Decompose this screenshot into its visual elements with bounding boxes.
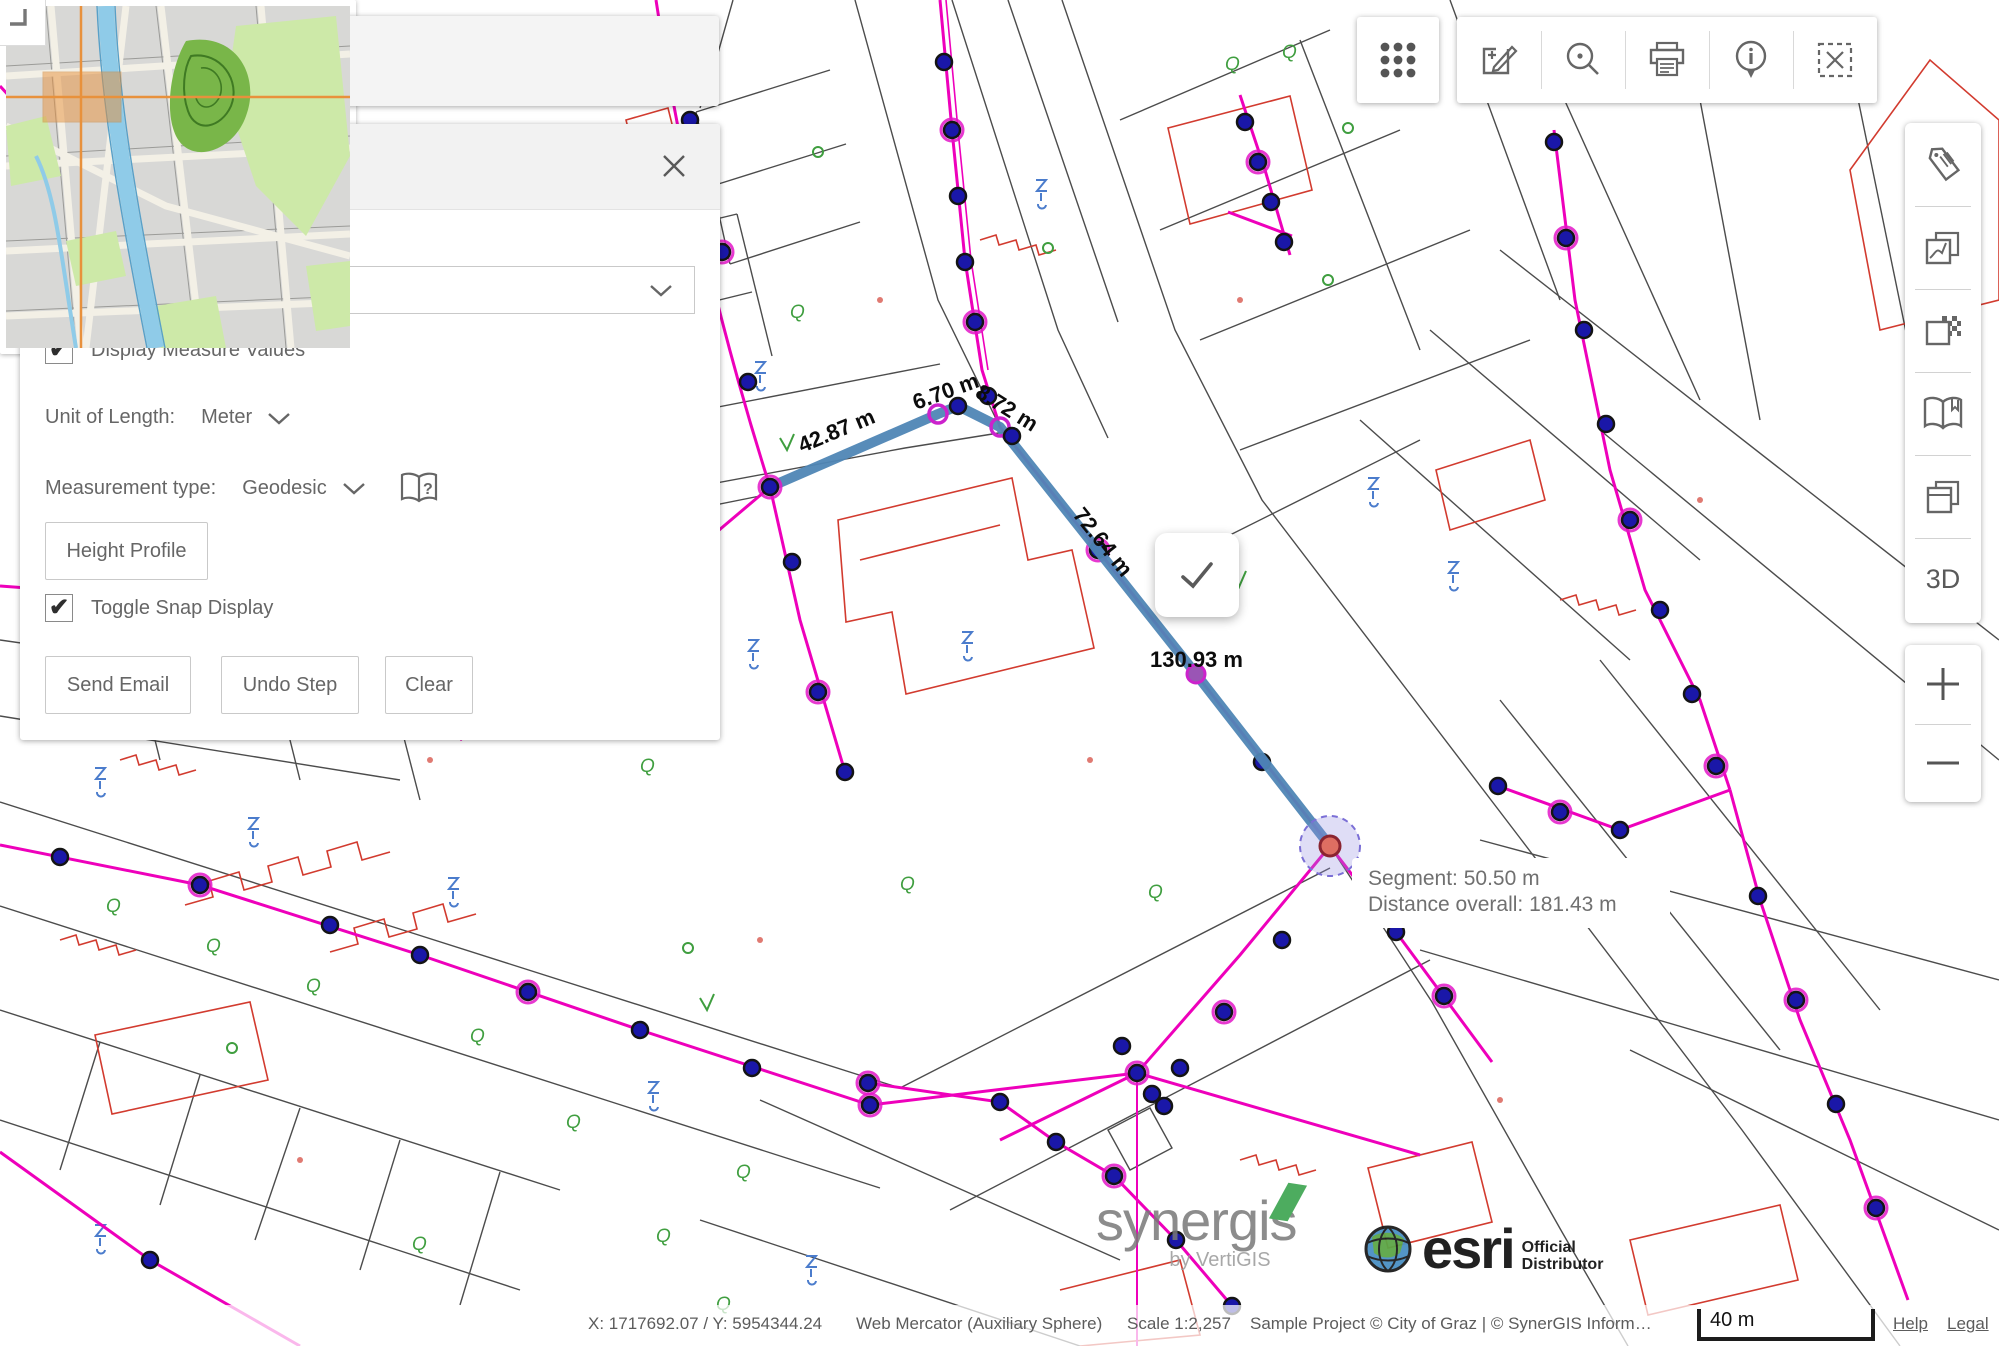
unit-of-length-label: Unit of Length: [45,406,175,429]
transparency-button[interactable] [1905,289,1981,372]
minimap-collapse-button[interactable] [0,0,46,46]
unit-of-length-row: Unit of Length: Meter [45,406,292,429]
collapse-corner-icon [5,5,31,31]
confirm-measurement-button[interactable] [1155,533,1239,617]
minimap-canvas [6,6,350,348]
unit-of-length-select[interactable]: Meter [201,406,252,429]
map-compare-button[interactable] [1905,206,1981,289]
measure-label-5: 130.93 m [1150,647,1243,672]
undo-step-button[interactable]: Undo Step [221,656,359,714]
measurement-tooltip: Segment: 50.50 m Distance overall: 181.4… [1352,858,1670,928]
open-book-icon [1921,394,1965,434]
cursor-coordinates: X: 1717692.07 / Y: 5954344.24 [588,1314,822,1334]
copy-icon [1922,476,1964,518]
esri-distributor-line: Distributor [1522,1256,1604,1273]
measurement-type-row: Measurement type: Geodesic ? [45,472,439,504]
synergis-wordmark: synergis [1096,1188,1297,1253]
legal-link[interactable]: Legal [1947,1314,1989,1334]
zoom-search-button[interactable] [1541,17,1625,103]
esri-distributor-label: Official Distributor [1522,1225,1604,1273]
grid-dots-icon [1377,39,1419,81]
scale-bar: 40 m [1697,1309,1875,1341]
close-icon[interactable] [654,146,694,186]
measure-label-4: 72.64 m [1068,503,1138,582]
esri-wordmark: esri [1422,1216,1514,1281]
toggle-snap-display-label: Toggle Snap Display [91,597,273,620]
toggle-snap-display-checkbox[interactable]: ✔ Toggle Snap Display [45,594,273,622]
app-grid-button[interactable] [1357,17,1439,103]
zoom-controls [1905,645,1981,802]
esri-globe-icon [1362,1223,1414,1275]
attribution-text: Sample Project © City of Graz | © SynerG… [1250,1314,1652,1334]
3d-view-button[interactable]: 3D [1905,538,1981,621]
print-button[interactable] [1625,17,1709,103]
legend-book-button[interactable] [1905,372,1981,455]
scale-label: Scale 1:2,257 [1127,1314,1231,1334]
clear-button[interactable]: Clear [385,656,473,714]
edit-markup-button[interactable] [1457,17,1541,103]
select-extent-button[interactable] [1793,17,1877,103]
height-profile-button[interactable]: Height Profile [45,522,208,580]
chevron-down-icon [648,283,674,297]
overview-minimap[interactable] [0,0,356,354]
esri-logo: esri Official Distributor [1362,1216,1603,1281]
printer-icon [1645,39,1689,81]
main-toolbar [1457,17,1877,103]
labels-tag-button[interactable] [1905,123,1981,206]
zoom-in-button[interactable] [1905,645,1981,724]
plus-icon [1923,664,1963,704]
copy-pages-button[interactable] [1905,455,1981,538]
scale-bar-label: 40 m [1710,1309,1754,1332]
tooltip-segment-value: Segment: 50.50 m [1368,866,1654,892]
zoom-out-button[interactable] [1905,724,1981,803]
measurement-type-select[interactable]: Geodesic [242,477,327,500]
info-button[interactable] [1709,17,1793,103]
esri-official-line: Official [1522,1239,1604,1256]
measurement-type-label: Measurement type: [45,477,216,500]
tag-icon [1922,144,1964,186]
map-compare-icon [1922,227,1964,269]
extent-select-icon [1814,39,1856,81]
gis-application: Q [0,0,1999,1346]
snap-indicator [1300,816,1360,876]
magnifier-dot-icon [1562,39,1604,81]
right-toolbar: 3D [1905,123,1981,623]
transparency-icon [1922,310,1964,352]
help-link[interactable]: Help [1893,1314,1928,1334]
synergis-logo: synergis by VertiGIS [1096,1188,1297,1272]
svg-text:?: ? [423,481,433,498]
edit-markup-icon [1478,39,1520,81]
send-email-button[interactable]: Send Email [45,656,191,714]
checkmark-icon [1175,553,1219,597]
status-bar: X: 1717692.07 / Y: 5954344.24 Web Mercat… [0,1305,1999,1346]
projection-label: Web Mercator (Auxiliary Sphere) [856,1314,1102,1334]
minus-icon [1923,757,1963,769]
info-pin-icon [1730,38,1772,82]
checkbox-checked-icon: ✔ [45,594,73,622]
tooltip-overall-value: Distance overall: 181.43 m [1368,892,1654,918]
chevron-down-icon[interactable] [341,481,367,495]
chevron-down-icon[interactable] [266,411,292,425]
help-book-icon[interactable]: ? [399,472,439,504]
